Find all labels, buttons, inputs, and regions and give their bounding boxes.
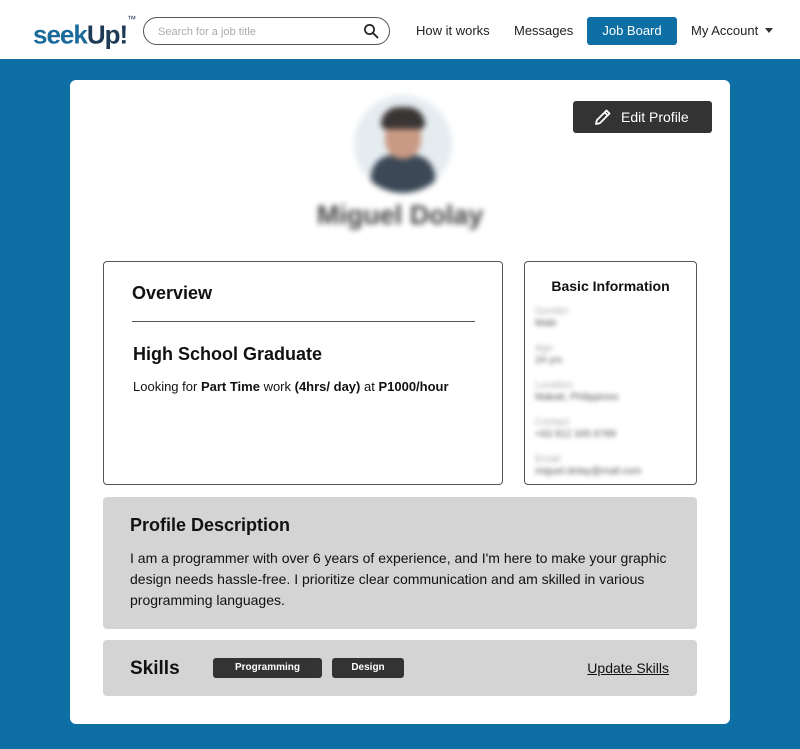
info-row: Age 24 yrs (535, 343, 685, 367)
skill-chip-design[interactable]: Design (332, 658, 404, 678)
pencil-icon (595, 109, 611, 125)
basic-information-panel: Basic Information Gender Male Age 24 yrs L… (524, 261, 697, 485)
info-label: Gender (535, 306, 569, 317)
profile-description-title: Profile Description (130, 515, 291, 535)
info-label: Location (535, 380, 573, 391)
availability-mid2: at (360, 379, 379, 394)
logo-text-up: Up! (86, 19, 128, 50)
profile-description-panel: Profile Description I am a programmer wi… (103, 497, 697, 629)
overview-panel: Overview High School Graduate Looking fo… (103, 261, 503, 485)
info-row: Contact +63 912 345 6789 (535, 417, 685, 441)
avatar (354, 95, 452, 193)
profile-card: Miguel Dolay Edit Profile Overview High … (70, 80, 730, 724)
skills-panel: Skills Programming Design Update Skills (103, 640, 697, 696)
nav-messages[interactable]: Messages (514, 22, 573, 39)
basic-information-list: Gender Male Age 24 yrs Location Makati, Phi… (535, 306, 685, 478)
availability-mid1: work (259, 379, 295, 394)
overview-title: Overview (132, 283, 213, 303)
avatar-body (371, 155, 435, 193)
profile-description-text: I am a programmer with over 6 years of e… (130, 550, 667, 608)
search-icon[interactable] (363, 23, 379, 39)
search-input[interactable] (158, 23, 358, 40)
edit-profile-button[interactable]: Edit Profile (573, 101, 712, 133)
hourly-rate: P1000/hour (378, 379, 449, 394)
info-value: Makati, Philippines (535, 392, 619, 403)
update-skills-link[interactable]: Update Skills (587, 660, 669, 676)
logo-trademark: ™ (127, 14, 137, 24)
education-headline: High School Graduate (133, 344, 323, 364)
basic-information-title: Basic Information (551, 278, 670, 294)
info-label: Age (535, 343, 553, 354)
job-type: Part Time (200, 379, 260, 394)
info-label: Email (535, 454, 561, 465)
edit-profile-label: Edit Profile (621, 109, 689, 125)
info-value: Male (535, 318, 557, 329)
overview-divider (132, 321, 475, 322)
chevron-down-icon (765, 28, 774, 34)
info-row: Location Makati, Philippines (535, 380, 685, 404)
skill-chip-programming[interactable]: Programming (213, 658, 322, 678)
profile-header: Miguel Dolay (290, 92, 530, 252)
brand-logo[interactable]: seekUp!™ (33, 14, 137, 50)
availability-text: Looking for Part Time work (4hrs/ day) a… (133, 379, 449, 394)
info-row: Gender Male (535, 306, 685, 330)
logo-text-seek: seek (33, 19, 88, 50)
info-label: Contact (535, 417, 570, 428)
skills-title: Skills (130, 658, 180, 679)
info-row: Email miguel.dolay@mail.com (535, 454, 685, 478)
info-value: +63 912 345 6789 (535, 429, 616, 440)
search-box (143, 17, 390, 45)
info-value: miguel.dolay@mail.com (535, 466, 642, 477)
top-navigation-bar: seekUp!™ How it works Messages Job Board… (0, 0, 800, 59)
profile-name: Miguel Dolay (316, 200, 484, 230)
nav-job-board-button[interactable]: Job Board (587, 17, 677, 45)
avatar-hair (381, 107, 425, 129)
nav-my-account[interactable]: My Account (691, 22, 774, 39)
availability-prefix: Looking for (133, 379, 201, 394)
nav-how-it-works[interactable]: How it works (416, 22, 490, 39)
info-value: 24 yrs (535, 355, 563, 366)
work-hours: (4hrs/ day) (294, 379, 361, 394)
my-account-label: My Account (691, 23, 759, 38)
